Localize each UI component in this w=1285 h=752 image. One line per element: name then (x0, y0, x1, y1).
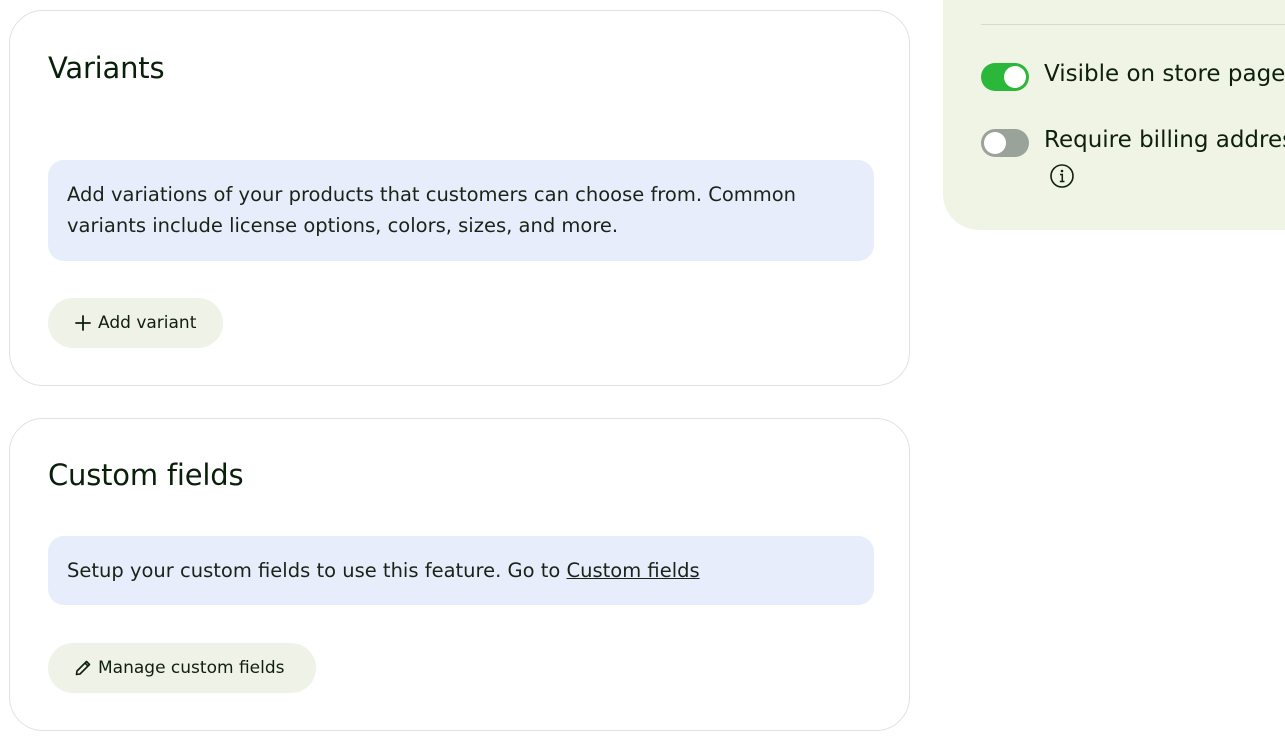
custom-fields-description: Setup your custom fields to use this fea… (67, 559, 567, 582)
variants-info-box: Add variations of your products that cus… (48, 160, 874, 261)
custom-fields-info-box: Setup your custom fields to use this fea… (48, 536, 874, 605)
variants-description: Add variations of your products that cus… (67, 183, 797, 237)
product-settings-panel: Visible on store page Require billing ad… (943, 0, 1285, 230)
visible-on-store-label: Visible on store page (1044, 61, 1285, 87)
require-billing-label: Require billing address (1044, 127, 1285, 153)
manage-custom-fields-label: Manage custom fields (98, 658, 285, 678)
add-variant-button[interactable]: Add variant (48, 298, 223, 348)
variants-title: Variants (48, 51, 165, 85)
plus-icon (72, 312, 94, 334)
variants-card: Variants Add variations of your products… (9, 10, 910, 386)
toggle-knob (984, 132, 1006, 154)
custom-fields-card: Custom fields Setup your custom fields t… (9, 418, 910, 731)
add-variant-label: Add variant (98, 313, 197, 333)
toggle-knob (1004, 66, 1026, 88)
custom-fields-link[interactable]: Custom fields (567, 559, 700, 582)
custom-fields-title: Custom fields (48, 458, 244, 492)
visible-on-store-toggle[interactable] (981, 63, 1029, 91)
require-billing-toggle[interactable] (981, 129, 1029, 157)
pencil-icon (72, 657, 94, 679)
info-icon[interactable] (1049, 163, 1075, 189)
manage-custom-fields-button[interactable]: Manage custom fields (48, 643, 316, 693)
divider (981, 24, 1285, 25)
